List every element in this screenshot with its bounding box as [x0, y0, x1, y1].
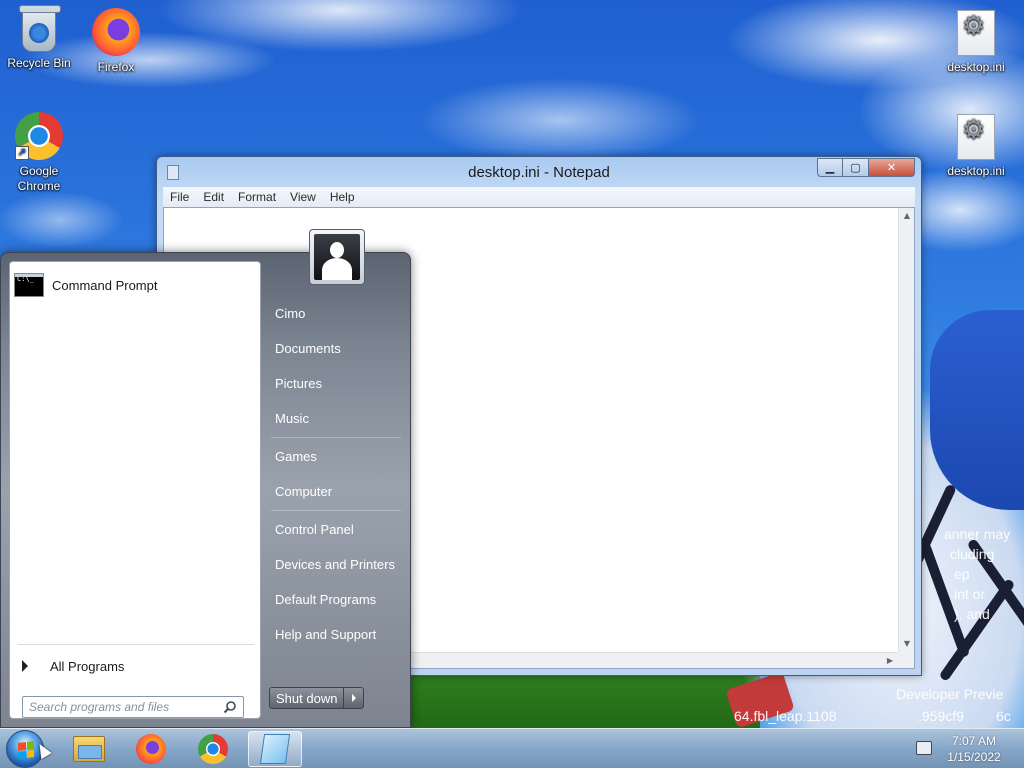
menu-format[interactable]: Format [231, 190, 283, 204]
search-icon[interactable] [223, 700, 237, 714]
minimize-button[interactable]: ▁ [817, 158, 843, 177]
desktop-icon-label: Firefox [97, 60, 135, 74]
desktop-icon-recycle-bin[interactable]: Recycle Bin [1, 5, 77, 71]
user-icon [314, 234, 360, 280]
close-icon: ✕ [886, 161, 897, 174]
settings-file-icon [957, 114, 995, 160]
start-item-user-folder[interactable]: Cimo [267, 298, 405, 328]
start-item-help-and-support[interactable]: Help and Support [267, 619, 405, 649]
chrome-icon: ↗ [15, 112, 63, 160]
arrow-right-icon [351, 694, 356, 702]
watermark-line: anner may [944, 526, 1011, 542]
firefox-icon [136, 734, 166, 764]
separator [271, 510, 401, 511]
start-item-pictures[interactable]: Pictures [267, 368, 405, 398]
scroll-up-icon[interactable]: ▲ [899, 208, 915, 224]
resize-grip[interactable] [898, 652, 914, 668]
windows-logo-icon [18, 741, 34, 759]
scroll-right-icon[interactable]: ▶ [882, 653, 898, 669]
desktop-icon-label: Google Chrome [17, 164, 61, 193]
start-item-default-programs[interactable]: Default Programs [267, 584, 405, 614]
window-titlebar[interactable]: desktop.ini - Notepad ▁ ▢ ✕ [157, 157, 921, 187]
command-prompt-icon: C:\_ [14, 273, 44, 297]
taskbar-windows-explorer[interactable] [62, 731, 116, 767]
start-item-documents[interactable]: Documents [267, 333, 405, 363]
watermark-line: cluding [950, 546, 995, 562]
maximize-icon: ▢ [850, 161, 861, 174]
start-menu-programs-pane: C:\_ Command Prompt All Programs Search … [9, 261, 261, 719]
desktop-icon-desktop-ini[interactable]: desktop.ini [938, 114, 1014, 179]
watermark-line: ). and [954, 606, 990, 622]
close-button[interactable]: ✕ [869, 158, 915, 177]
program-command-prompt[interactable]: C:\_ Command Prompt [14, 270, 256, 300]
clock-date: 1/15/2022 [947, 750, 1001, 764]
desktop-icon-firefox[interactable]: Firefox [78, 8, 154, 75]
user-avatar[interactable] [309, 229, 365, 285]
start-menu: C:\_ Command Prompt All Programs Search … [0, 229, 411, 728]
firefox-icon [92, 8, 140, 56]
separator [18, 644, 254, 645]
taskbar-firefox[interactable] [124, 731, 178, 767]
start-item-music[interactable]: Music [267, 403, 405, 433]
taskbar-notepad[interactable] [248, 731, 302, 767]
search-placeholder: Search programs and files [29, 700, 170, 714]
settings-file-icon [957, 10, 995, 56]
wallpaper-art-shape [930, 310, 1024, 510]
start-item-computer[interactable]: Computer [267, 476, 405, 506]
desktop-icon-label: desktop.ini [947, 60, 1005, 74]
arrow-right-icon [22, 660, 28, 672]
menu-edit[interactable]: Edit [196, 190, 231, 204]
desktop-icon-google-chrome[interactable]: ↗ Google Chrome [1, 112, 77, 194]
shutdown-options-button[interactable] [344, 687, 365, 709]
network-icon[interactable] [916, 741, 932, 755]
watermark-line: Developer Previe [896, 686, 1004, 702]
desktop-icon-desktop-ini[interactable]: desktop.ini [938, 10, 1014, 75]
recycle-bin-icon [19, 5, 61, 52]
menu-file[interactable]: File [163, 190, 196, 204]
menu-help[interactable]: Help [323, 190, 362, 204]
separator [271, 437, 401, 438]
vertical-scrollbar[interactable]: ▲ ▼ [898, 208, 914, 652]
window-controls: ▁ ▢ ✕ [817, 158, 915, 178]
desktop-icon-label: Recycle Bin [7, 56, 71, 70]
start-item-games[interactable]: Games [267, 441, 405, 471]
start-item-control-panel[interactable]: Control Panel [267, 514, 405, 544]
windows-explorer-icon [73, 736, 105, 762]
notepad-icon [259, 734, 291, 764]
desktop-icon-label: desktop.ini [947, 164, 1005, 178]
menu-bar: File Edit Format View Help [163, 187, 915, 207]
search-input[interactable]: Search programs and files [22, 696, 244, 718]
program-label: Command Prompt [52, 277, 158, 293]
scroll-down-icon[interactable]: ▼ [899, 636, 915, 652]
shortcut-arrow-icon: ↗ [15, 146, 29, 160]
watermark-line: 6c [996, 708, 1011, 724]
shutdown-group: Shut down [269, 687, 365, 709]
taskbar-google-chrome[interactable] [186, 731, 240, 767]
shutdown-button[interactable]: Shut down [269, 687, 345, 709]
minimize-icon: ▁ [825, 161, 835, 174]
window-title: desktop.ini - Notepad [468, 164, 610, 181]
maximize-button[interactable]: ▢ [843, 158, 869, 177]
menu-view[interactable]: View [283, 190, 323, 204]
watermark-line: ep [954, 566, 970, 582]
taskbar: 7:07 AM 1/15/2022 [0, 728, 1024, 768]
system-clock[interactable]: 7:07 AM 1/15/2022 [936, 733, 1012, 765]
chrome-icon [198, 734, 228, 764]
all-programs-label: All Programs [50, 658, 125, 674]
start-item-devices-and-printers[interactable]: Devices and Printers [267, 549, 405, 579]
watermark-line: 64.fbl_leap.1108 [734, 708, 837, 724]
all-programs-button[interactable]: All Programs [18, 654, 124, 678]
watermark-line: .959cf9 [918, 708, 964, 724]
watermark-line: int or [954, 586, 986, 602]
clock-time: 7:07 AM [951, 734, 997, 748]
